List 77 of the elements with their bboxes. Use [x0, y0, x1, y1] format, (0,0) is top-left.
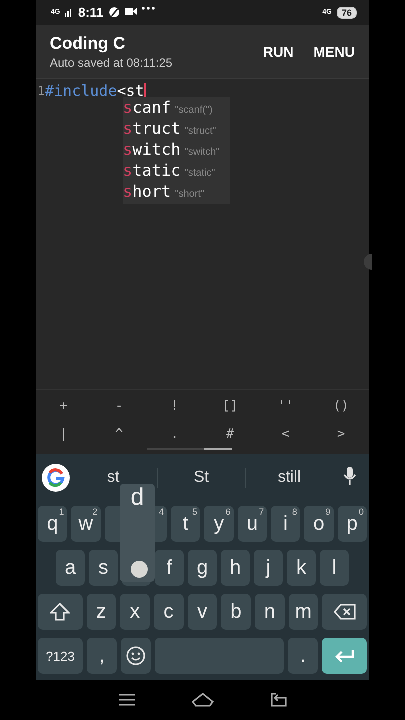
more-icon: [142, 7, 155, 10]
suggestion-chip[interactable]: still: [246, 468, 333, 488]
key-hint: 0: [358, 507, 364, 517]
keyboard-key[interactable]: .: [288, 638, 318, 674]
symbol-key[interactable]: >: [314, 426, 369, 442]
menu-icon[interactable]: [118, 694, 134, 706]
keyboard-key[interactable]: x: [120, 594, 150, 630]
symbol-key[interactable]: !: [147, 398, 202, 414]
back-icon[interactable]: [270, 693, 286, 707]
keyboard-key[interactable]: s: [89, 550, 118, 586]
keyboard-key[interactable]: v: [188, 594, 218, 630]
keyboard-key[interactable]: k: [287, 550, 316, 586]
keyboard-key[interactable]: n: [255, 594, 285, 630]
completion-hint: "short": [175, 189, 205, 200]
completion-item[interactable]: scanf: [123, 98, 172, 117]
completion-hint: "struct": [184, 126, 216, 137]
completion-item[interactable]: static: [123, 161, 181, 180]
backspace-icon: [334, 604, 356, 620]
symbol-key[interactable]: []: [202, 398, 258, 414]
symbol-key[interactable]: <: [258, 426, 314, 442]
battery-level: 76: [336, 6, 357, 18]
keyboard-key[interactable]: ,: [87, 638, 117, 674]
suggestion-chip[interactable]: St: [158, 468, 245, 488]
key-hint: 6: [226, 507, 231, 517]
symbol-key[interactable]: '': [258, 398, 314, 414]
completion-item[interactable]: switch: [123, 140, 181, 159]
symbol-key[interactable]: +: [36, 398, 92, 414]
signal-icon: [65, 8, 74, 17]
logo-icon[interactable]: [42, 464, 70, 492]
symbol-key[interactable]: ^: [92, 426, 147, 442]
keyboard-key[interactable]: j: [254, 550, 283, 586]
key-hint: 8: [292, 507, 298, 517]
key-hint: 4: [159, 507, 164, 517]
home-icon[interactable]: [192, 693, 214, 707]
completion-hint: "switch": [184, 147, 220, 158]
keyboard-key[interactable]: b: [221, 594, 252, 630]
keyboard-key[interactable]: l: [320, 550, 349, 586]
symbol-key[interactable]: -: [92, 398, 147, 414]
keyboard-key[interactable]: g: [188, 550, 217, 586]
completion-hint: "static": [184, 168, 216, 179]
enter-key[interactable]: [322, 638, 367, 674]
shift-key[interactable]: [38, 594, 83, 630]
key-preview-tooltip: d: [120, 484, 155, 582]
completion-item[interactable]: struct: [123, 119, 181, 138]
symbols-key[interactable]: ?123: [38, 638, 83, 674]
keyboard-key[interactable]: a: [56, 550, 85, 586]
completion-item[interactable]: short: [123, 182, 172, 201]
emoji-icon: [126, 646, 146, 666]
symbol-key[interactable]: .: [147, 426, 202, 442]
video-icon: [124, 7, 137, 16]
symbol-key[interactable]: #: [202, 426, 258, 442]
autosave-status: Auto saved at 08:11:25: [50, 56, 174, 70]
backspace-key[interactable]: [322, 594, 368, 630]
symbol-key[interactable]: |: [36, 426, 92, 442]
keyboard-key[interactable]: c: [154, 594, 184, 630]
line-number: 1: [36, 84, 45, 98]
key-hint: 2: [92, 507, 98, 517]
emoji-key[interactable]: [121, 638, 151, 674]
app-title: Coding C: [50, 34, 127, 54]
keyboard-key[interactable]: z: [86, 594, 116, 630]
clock: 8:11: [78, 5, 104, 20]
enter-icon: [334, 649, 354, 663]
toolbar-action[interactable]: RUN: [263, 40, 294, 64]
keyboard-key[interactable]: h: [221, 550, 250, 586]
key-hint: 5: [192, 507, 198, 517]
shift-icon: [50, 603, 70, 621]
key-hint: 9: [326, 507, 331, 517]
symbol-key[interactable]: (): [314, 398, 369, 414]
key-hint: 7: [259, 507, 264, 517]
keyboard-key[interactable]: f: [155, 550, 184, 586]
keyboard-key[interactable]: i 8: [271, 506, 300, 542]
scroll-handle[interactable]: [364, 254, 372, 270]
key-hint: 1: [59, 507, 64, 517]
completion-hint: "scanf("): [175, 105, 213, 116]
microphone-icon[interactable]: [343, 466, 357, 486]
keyboard-key[interactable]: m: [288, 594, 318, 630]
toolbar-action[interactable]: MENU: [314, 40, 355, 64]
